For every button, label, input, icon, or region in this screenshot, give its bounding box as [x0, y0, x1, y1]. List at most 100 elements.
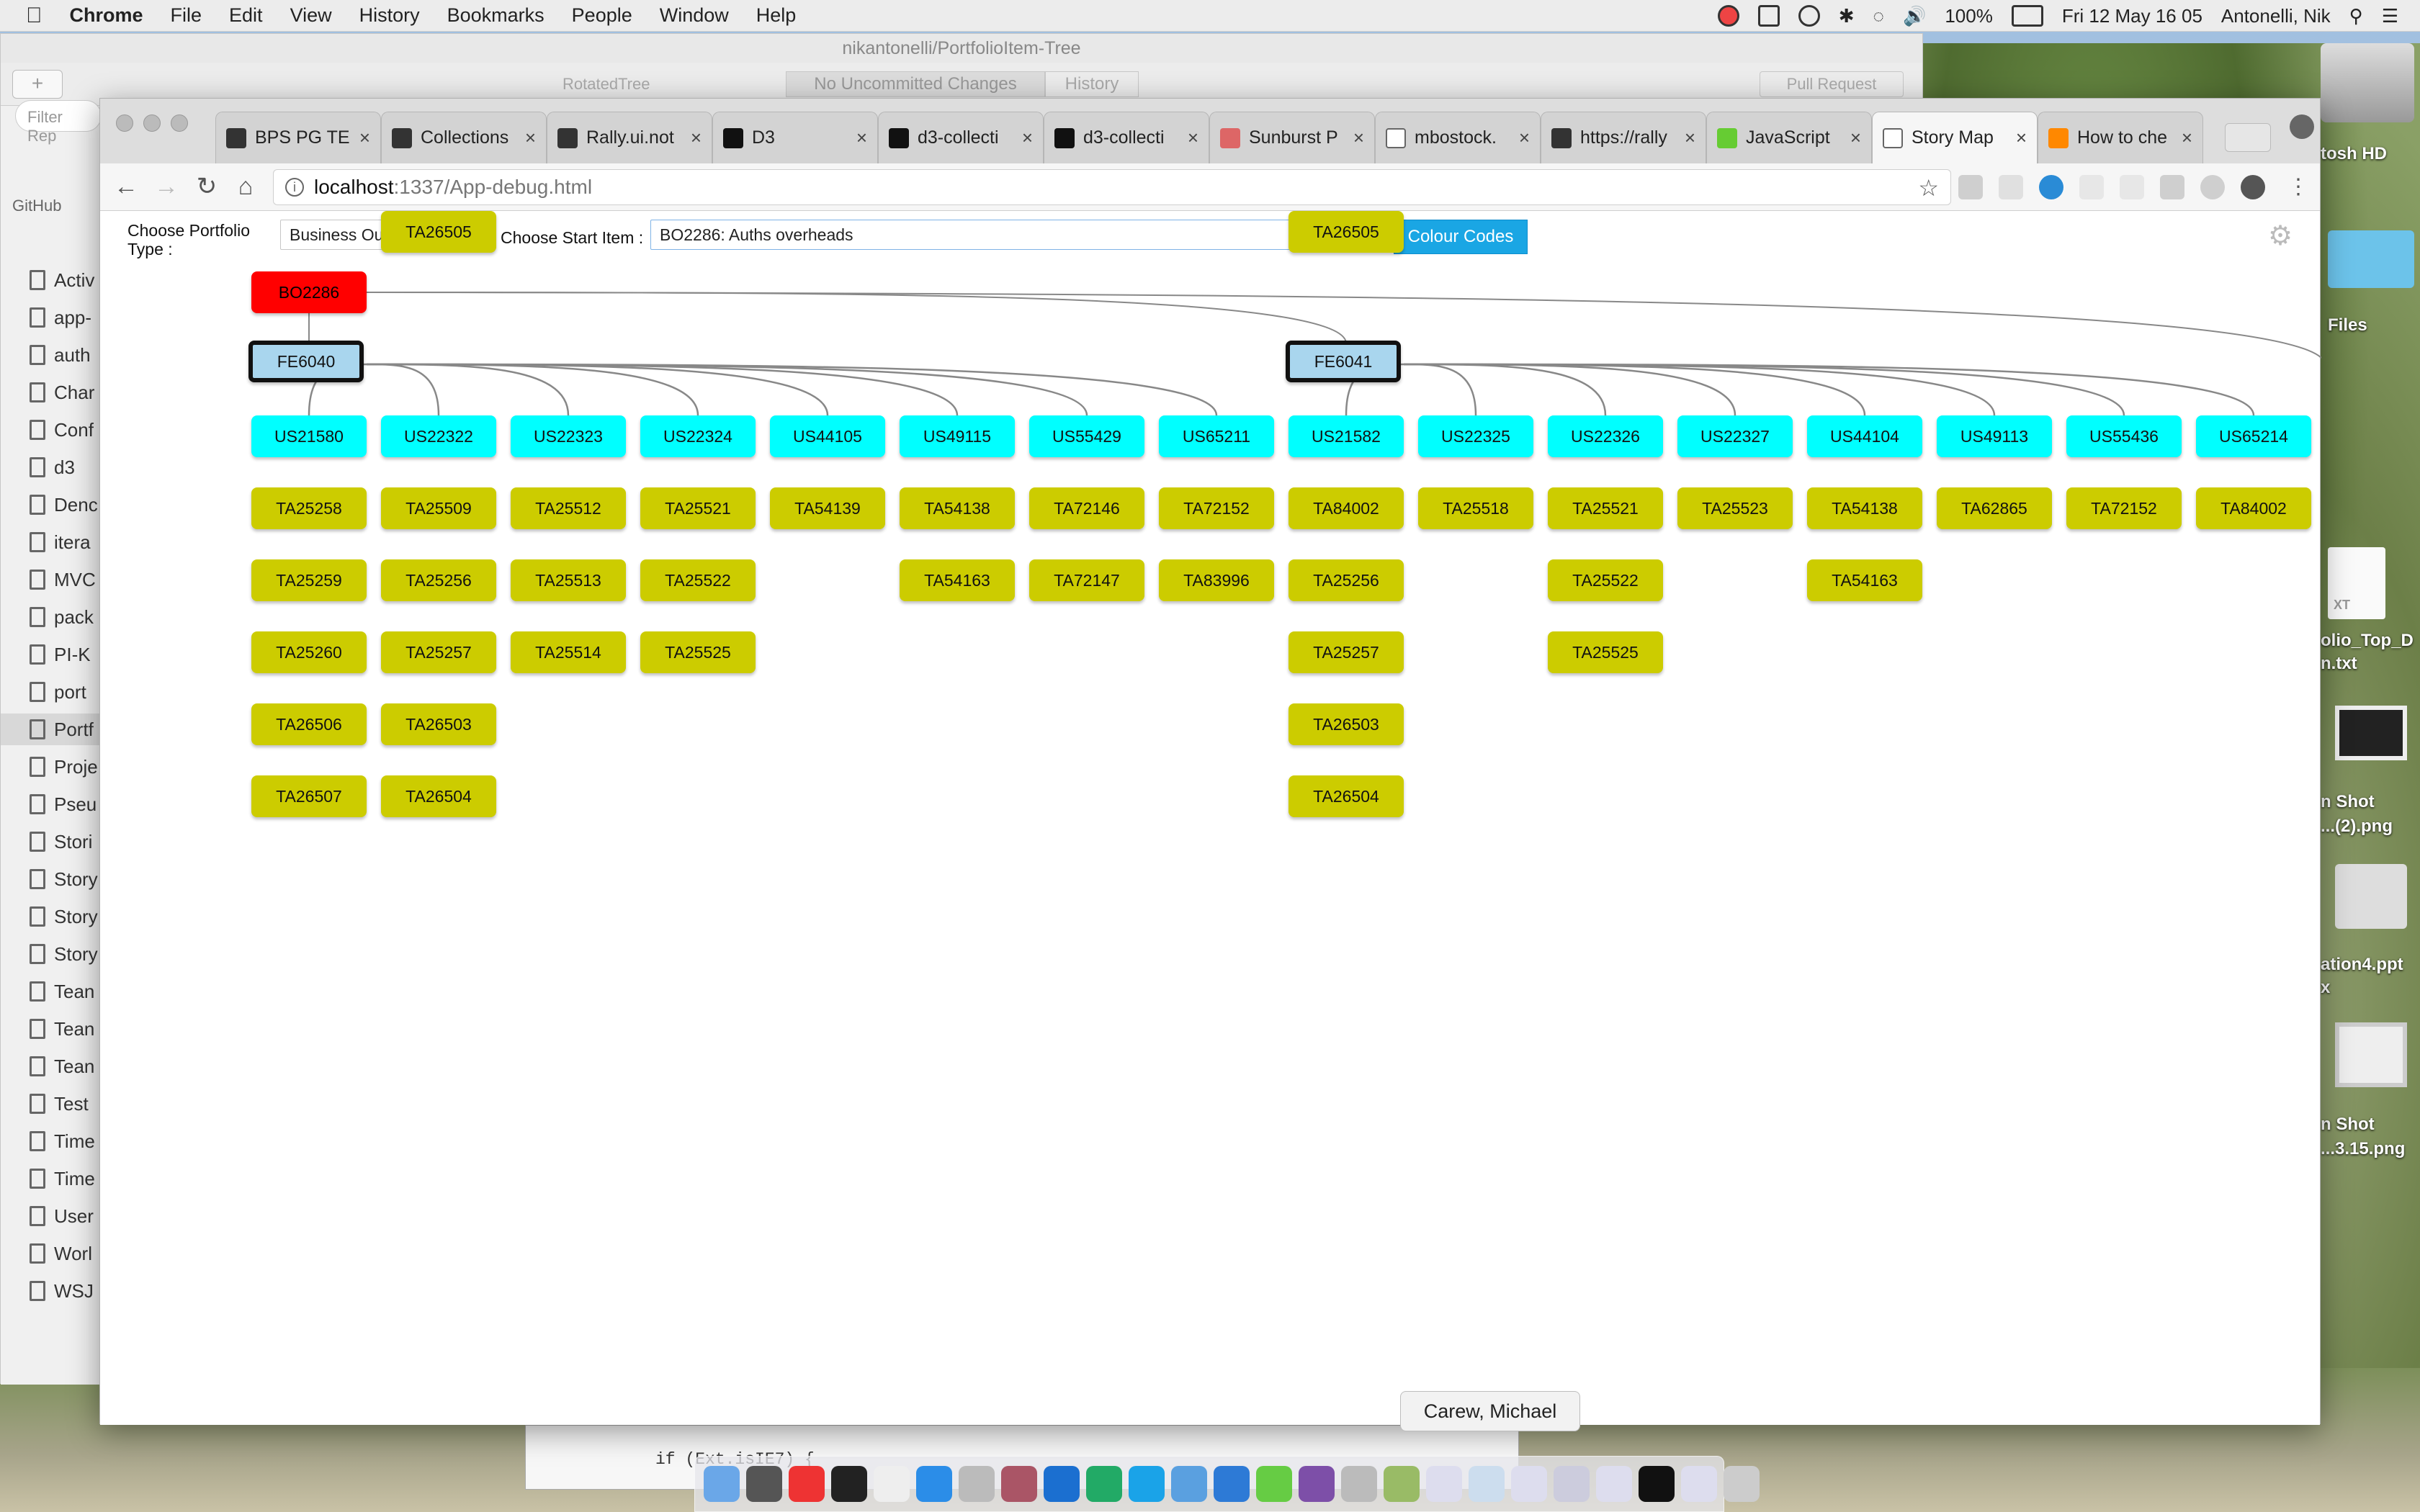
repo-item[interactable]: auth: [30, 339, 102, 371]
node-task[interactable]: TA26506: [251, 703, 367, 745]
pull-request-button[interactable]: Pull Request: [1760, 71, 1904, 97]
menu-help[interactable]: Help: [756, 4, 797, 27]
node-task[interactable]: TA26504: [381, 775, 496, 817]
repo-item[interactable]: Tean: [30, 976, 102, 1007]
desktop-label[interactable]: tosh HD: [2321, 144, 2387, 164]
dock-app-icon[interactable]: [1001, 1466, 1037, 1502]
folder-icon[interactable]: [2328, 230, 2414, 288]
repo-item[interactable]: User: [30, 1200, 102, 1232]
profile-avatar[interactable]: [2290, 114, 2314, 139]
repo-item[interactable]: Proje: [30, 751, 102, 783]
repo-item[interactable]: MVC: [30, 564, 102, 595]
node-task[interactable]: TA25257: [381, 631, 496, 673]
node-feature[interactable]: FE6040: [248, 341, 364, 382]
node-task[interactable]: TA25509: [381, 487, 496, 529]
node-task[interactable]: TA25256: [381, 559, 496, 601]
dock-app-icon[interactable]: [1596, 1466, 1632, 1502]
extension-icon[interactable]: [2079, 175, 2104, 199]
menu-bookmarks[interactable]: Bookmarks: [447, 4, 544, 27]
browser-tab[interactable]: d3-collecti ×: [878, 112, 1044, 163]
browser-tab[interactable]: Story Map ×: [1872, 112, 2038, 163]
site-info-icon[interactable]: i: [285, 178, 304, 197]
node-task[interactable]: TA25513: [511, 559, 626, 601]
dock-app-icon[interactable]: [1129, 1466, 1165, 1502]
desktop-label[interactable]: n Shot: [2321, 1115, 2375, 1135]
add-repo-button[interactable]: +: [12, 70, 63, 99]
user-name[interactable]: Antonelli, Nik: [2221, 5, 2331, 27]
reload-button[interactable]: ↻: [191, 171, 223, 202]
tab-close-icon[interactable]: ×: [525, 127, 536, 149]
notification-center-icon[interactable]: ☰: [2382, 5, 2398, 27]
tab-close-icon[interactable]: ×: [1188, 127, 1198, 149]
repo-item[interactable]: d3: [30, 451, 102, 483]
window-close-button[interactable]: [116, 114, 133, 132]
dock-app-icon[interactable]: [916, 1466, 952, 1502]
chrome-menu-icon[interactable]: ⋮: [2282, 171, 2314, 202]
repo-item[interactable]: Denc: [30, 489, 102, 521]
node-task[interactable]: TA83996: [1159, 559, 1274, 601]
repo-item[interactable]: Pseu: [30, 788, 102, 820]
browser-tab[interactable]: https://rally ×: [1541, 112, 1706, 163]
desktop-label[interactable]: n.txt: [2321, 654, 2357, 674]
node-task[interactable]: TA25518: [1418, 487, 1533, 529]
menu-view[interactable]: View: [290, 4, 332, 27]
tab-close-icon[interactable]: ×: [1519, 127, 1530, 149]
tab-close-icon[interactable]: ×: [1353, 127, 1364, 149]
dock-app-icon[interactable]: [831, 1466, 867, 1502]
node-business-outcome[interactable]: BO2286: [251, 271, 367, 313]
dock-app-icon[interactable]: [1299, 1466, 1335, 1502]
browser-tab[interactable]: BPS PG TE ×: [215, 112, 381, 163]
dock-app-icon[interactable]: [1384, 1466, 1420, 1502]
browser-tab[interactable]: D3 ×: [712, 112, 878, 163]
dock-app-icon[interactable]: [1086, 1466, 1122, 1502]
tab-close-icon[interactable]: ×: [359, 127, 370, 149]
menu-file[interactable]: File: [171, 4, 202, 27]
dock-app-icon[interactable]: [1511, 1466, 1547, 1502]
node-task[interactable]: TA54163: [1807, 559, 1922, 601]
node-user-story[interactable]: US55429: [1029, 415, 1144, 457]
node-task[interactable]: TA84002: [2196, 487, 2311, 529]
dock-app-icon[interactable]: [704, 1466, 740, 1502]
node-task[interactable]: TA25521: [1548, 487, 1663, 529]
dock-app-icon[interactable]: [1214, 1466, 1250, 1502]
filter-repos-input[interactable]: Filter Rep: [15, 100, 102, 145]
node-task[interactable]: TA26503: [381, 703, 496, 745]
repo-item[interactable]: itera: [30, 526, 102, 558]
repo-item[interactable]: Time: [30, 1163, 102, 1194]
repo-item[interactable]: Activ: [30, 264, 102, 296]
extension-icon[interactable]: [2039, 175, 2063, 199]
dock-app-icon[interactable]: [1724, 1466, 1760, 1502]
node-task[interactable]: TA25258: [251, 487, 367, 529]
node-user-story[interactable]: US44104: [1807, 415, 1922, 457]
node-task[interactable]: TA26503: [1289, 703, 1404, 745]
dock-app-icon[interactable]: [746, 1466, 782, 1502]
repo-item[interactable]: Tean: [30, 1050, 102, 1082]
node-user-story[interactable]: US55436: [2066, 415, 2182, 457]
node-task[interactable]: TA25512: [511, 487, 626, 529]
skype-extension-icon[interactable]: [2200, 175, 2225, 199]
extension-icon[interactable]: [2160, 175, 2184, 199]
node-user-story[interactable]: US65214: [2196, 415, 2311, 457]
node-task[interactable]: TA62865: [1937, 487, 2052, 529]
node-user-story[interactable]: US22322: [381, 415, 496, 457]
dock-app-icon[interactable]: [1341, 1466, 1377, 1502]
node-task[interactable]: TA26504: [1289, 775, 1404, 817]
desktop-label[interactable]: ...3.15.png: [2321, 1139, 2405, 1159]
node-task[interactable]: TA25514: [511, 631, 626, 673]
node-task[interactable]: TA72147: [1029, 559, 1144, 601]
time-machine-icon[interactable]: [1798, 5, 1820, 27]
node-task[interactable]: TA72146: [1029, 487, 1144, 529]
tab-close-icon[interactable]: ×: [856, 127, 867, 149]
node-task[interactable]: TA25523: [1677, 487, 1793, 529]
repo-item[interactable]: Char: [30, 377, 102, 408]
node-task[interactable]: TA72152: [2066, 487, 2182, 529]
window-zoom-button[interactable]: [171, 114, 188, 132]
menu-history[interactable]: History: [359, 4, 420, 27]
dock-app-icon[interactable]: [1256, 1466, 1292, 1502]
dock-app-icon[interactable]: [1426, 1466, 1462, 1502]
dock-app-icon[interactable]: [1554, 1466, 1590, 1502]
home-button[interactable]: ⌂: [230, 171, 261, 202]
app-status-icon[interactable]: [1717, 5, 1739, 27]
volume-icon[interactable]: 🔊: [1903, 5, 1926, 27]
back-button[interactable]: ←: [110, 171, 142, 202]
